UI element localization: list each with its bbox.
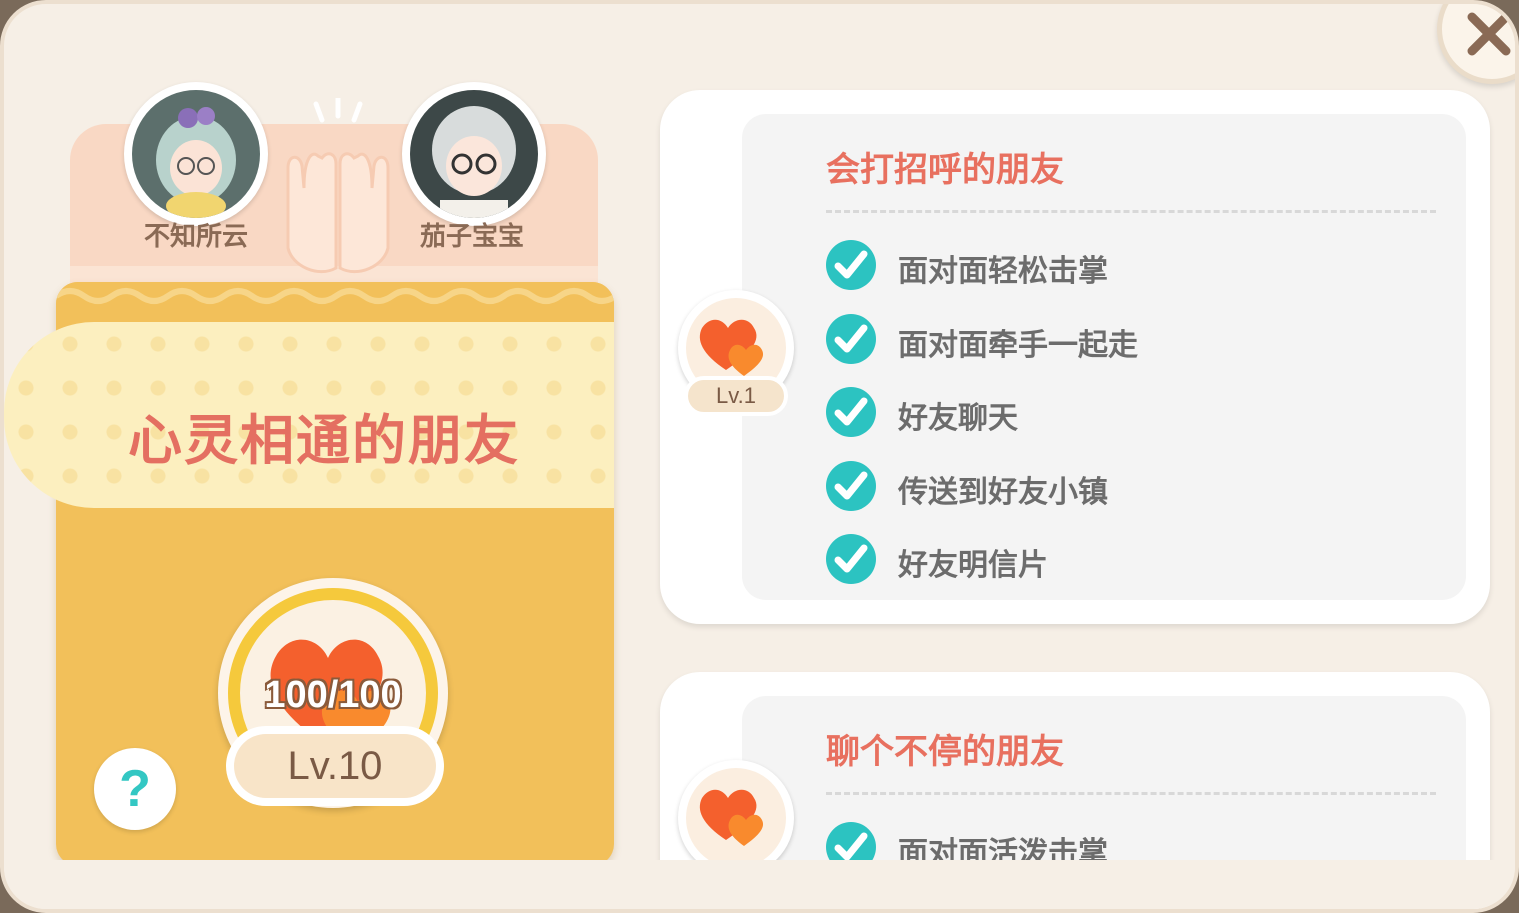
- close-button[interactable]: [1437, 4, 1515, 84]
- perk-label: 面对面轻松击掌: [898, 254, 1108, 289]
- divider: [826, 792, 1436, 795]
- perk-label: 面对面牵手一起走: [898, 328, 1138, 363]
- perk-label: 好友聊天: [898, 401, 1018, 436]
- divider: [826, 210, 1436, 213]
- frame-bottom: [4, 860, 1515, 909]
- relation-title: 心灵相通的朋友: [128, 409, 520, 472]
- avatar-left[interactable]: [124, 82, 268, 226]
- heart-icon: [699, 789, 764, 846]
- check-icon: [826, 534, 876, 584]
- perk-label: 传送到好友小镇: [898, 475, 1108, 510]
- tier-level-badge: Lv.1: [678, 290, 794, 420]
- tier-title: 聊个不停的朋友: [826, 732, 1064, 772]
- heart-icon: [699, 319, 764, 376]
- high-five-icon: [286, 98, 390, 274]
- avatar-right[interactable]: [402, 82, 546, 226]
- perk-label: 好友明信片: [898, 548, 1048, 583]
- help-button[interactable]: ?: [94, 748, 176, 830]
- check-icon: [826, 387, 876, 437]
- tier-title: 会打招呼的朋友: [826, 150, 1064, 190]
- heart-points: 100/100: [264, 674, 402, 716]
- tier-level-text: Lv.1: [684, 376, 788, 416]
- check-icon: [826, 240, 876, 290]
- close-icon: [1467, 12, 1511, 56]
- friendship-level: Lv.10: [226, 726, 444, 806]
- friendship-level-text: Lv.10: [234, 734, 436, 798]
- right-user-name: 茄子宝宝: [419, 222, 524, 252]
- check-icon: [826, 461, 876, 511]
- left-user-name: 不知所云: [143, 222, 248, 252]
- tier-card-1: 会打招呼的朋友 面对面轻松击掌 面对面牵手一起走 好友聊天 传送到好友小镇 好友…: [660, 90, 1490, 624]
- friendship-panel: 不知所云 茄子宝宝 心灵相通的朋友 100/100 Lv.10 ? 会打招呼的朋…: [0, 0, 1519, 913]
- relation-ribbon: 心灵相通的朋友: [4, 322, 614, 508]
- check-icon: [826, 314, 876, 364]
